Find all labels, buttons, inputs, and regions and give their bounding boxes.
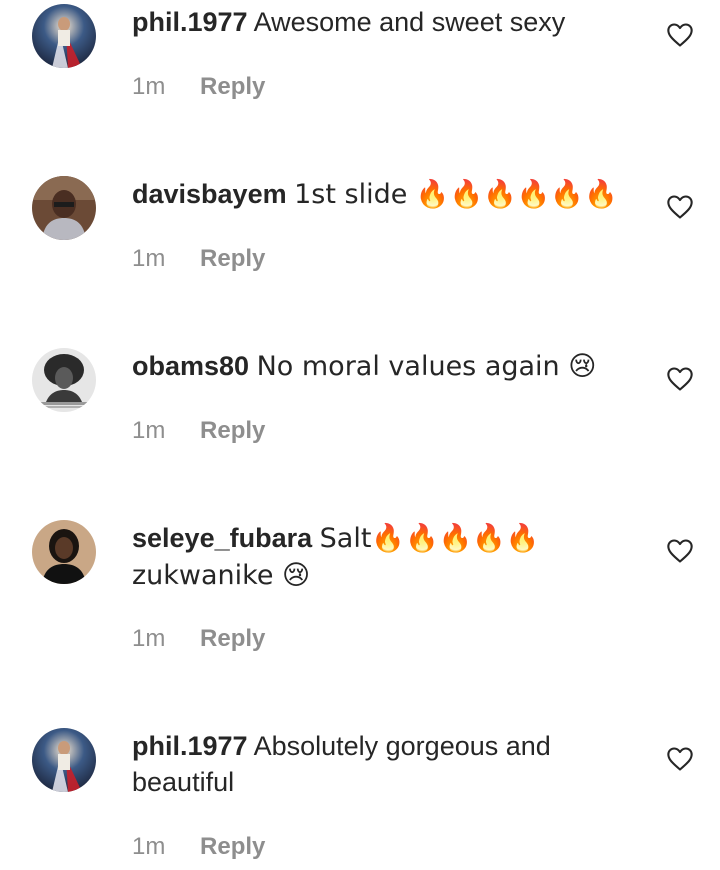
reply-button[interactable]: Reply xyxy=(200,625,265,652)
comment-text: seleye_fubara Salt🔥🔥🔥🔥🔥 zukwanike 😢 xyxy=(132,520,632,594)
comment-text: phil.1977 Absolutely gorgeous and beauti… xyxy=(132,728,632,800)
bw-portrait-avatar[interactable] xyxy=(32,348,96,412)
heart-outline-icon[interactable] xyxy=(666,194,694,220)
comment-text: obams80 No moral values again 😢 xyxy=(132,348,632,385)
reply-button[interactable]: Reply xyxy=(200,417,265,444)
heart-outline-icon[interactable] xyxy=(666,538,694,564)
heart-outline-icon[interactable] xyxy=(666,22,694,48)
man-portrait-avatar[interactable] xyxy=(32,176,96,240)
reply-button[interactable]: Reply xyxy=(200,245,265,272)
comment-meta: 1m Reply xyxy=(132,624,265,654)
comment-username[interactable]: phil.1977 xyxy=(132,731,248,761)
comment-text: phil.1977 Awesome and sweet sexy xyxy=(132,4,632,40)
comment-meta: 1m Reply xyxy=(132,72,265,102)
comment-time: 1m xyxy=(132,833,166,860)
comment-meta: 1m Reply xyxy=(132,244,265,274)
comment-body: No moral values again 😢 xyxy=(256,351,597,382)
religious-portrait-avatar[interactable] xyxy=(32,4,96,68)
comment-meta: 1m Reply xyxy=(132,832,265,862)
woman-portrait-avatar[interactable] xyxy=(32,520,96,584)
heart-outline-icon[interactable] xyxy=(666,366,694,392)
comment-username[interactable]: obams80 xyxy=(132,351,249,381)
comment-time: 1m xyxy=(132,245,166,272)
comment-time: 1m xyxy=(132,625,166,652)
religious-portrait-avatar[interactable] xyxy=(32,728,96,792)
comment-username[interactable]: phil.1977 xyxy=(132,7,248,37)
comment-body: 1st slide 🔥🔥🔥🔥🔥🔥 xyxy=(294,179,618,210)
comment-time: 1m xyxy=(132,417,166,444)
comment-text: davisbayem 1st slide 🔥🔥🔥🔥🔥🔥 xyxy=(132,176,632,213)
comment-time: 1m xyxy=(132,73,166,100)
comment-username[interactable]: seleye_fubara xyxy=(132,523,312,553)
heart-outline-icon[interactable] xyxy=(666,746,694,772)
comment-body: Awesome and sweet sexy xyxy=(253,7,566,37)
comment-meta: 1m Reply xyxy=(132,416,265,446)
comment-username[interactable]: davisbayem xyxy=(132,179,287,209)
reply-button[interactable]: Reply xyxy=(200,833,265,860)
reply-button[interactable]: Reply xyxy=(200,73,265,100)
